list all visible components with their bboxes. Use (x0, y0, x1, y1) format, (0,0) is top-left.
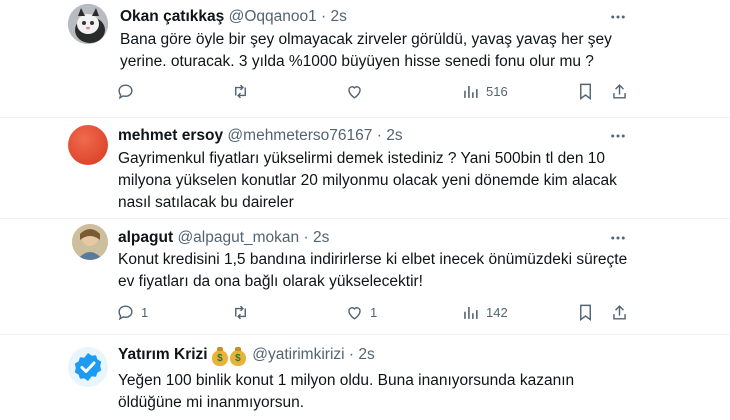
more-options-button[interactable] (605, 123, 631, 149)
reply-icon (118, 83, 133, 99)
avatar[interactable] (68, 347, 108, 387)
bookmark-icon (580, 304, 591, 321)
bookmark-button[interactable] (576, 79, 595, 103)
tweet-text-line: nasıl satılacak bu daireler (118, 194, 294, 211)
views-button[interactable]: 516 (461, 79, 508, 103)
retweet-button[interactable] (231, 79, 250, 103)
tweet-text-line: Konut kredisini 1,5 bandına indirirlerse… (118, 251, 628, 268)
more-horizontal-icon (611, 134, 625, 138)
tweet-text: Gayrimenkul fiyatları yükselirmi demek i… (118, 148, 617, 214)
tweet-text-line: Yeğen 100 binlik konut 1 milyon oldu. Bu… (118, 372, 575, 389)
handle[interactable]: @mehmeterso76167 (227, 127, 372, 144)
money-bag-emoji: $ (229, 347, 246, 366)
display-name[interactable]: mehmet ersoy (118, 127, 223, 144)
more-options-button[interactable] (605, 225, 631, 251)
tweet-text-line: yerine. oturacak. 3 yılda %1000 büyüyen … (120, 53, 594, 70)
tweet-mehmet[interactable]: mehmet ersoy @mehmeterso76167 · 2s Gayri… (0, 118, 730, 222)
tweet-text-line: Bana göre öyle bir şey olmayacak zirvele… (120, 31, 612, 48)
views-count: 142 (486, 304, 508, 320)
like-button[interactable]: 1 (345, 300, 377, 324)
separator-dot: · (376, 127, 382, 144)
tweet-header: mehmet ersoy @mehmeterso76167 · 2s (118, 126, 403, 146)
tweet-text-line: öldüğüne mi inanmıyorsun. (118, 394, 305, 411)
action-bar: 516 (116, 79, 636, 103)
money-bag-emoji: $ (211, 347, 228, 366)
timestamp[interactable]: 2s (386, 127, 402, 144)
retweet-icon (235, 84, 246, 98)
handle[interactable]: @yatirimkirizi (252, 346, 344, 363)
tweet-text-line: ev fiyatları da ona bağlı olarak yüksele… (118, 273, 423, 290)
tweet-header: Okan çatıkkaş @Oqqanoo1 · 2s (120, 7, 347, 27)
bookmark-icon (580, 83, 591, 100)
reply-button[interactable] (116, 79, 135, 103)
handle[interactable]: @Oqqanoo1 (229, 8, 317, 25)
tweet-header: alpagut @alpagut_mokan · 2s (118, 228, 329, 248)
display-name[interactable]: Okan çatıkkaş (120, 8, 224, 25)
retweet-icon (235, 305, 246, 319)
share-button[interactable] (610, 300, 629, 324)
handle[interactable]: @alpagut_mokan (177, 229, 299, 246)
action-bar: 1 1 142 (116, 300, 636, 324)
share-icon (613, 304, 626, 320)
separator-dot: · (303, 229, 309, 246)
separator-dot: · (321, 8, 327, 25)
avatar[interactable] (68, 125, 108, 165)
tweet-text-line: Gayrimenkul fiyatları yükselirmi demek i… (118, 150, 606, 167)
analytics-icon (464, 306, 478, 319)
like-button[interactable] (345, 79, 364, 103)
bookmark-button[interactable] (576, 300, 595, 324)
tweet-text-line: milyona yükselen konutlar 20 milyonmu ol… (118, 172, 617, 189)
more-horizontal-icon (611, 15, 625, 19)
like-count: 1 (370, 304, 378, 320)
views-count: 516 (486, 83, 508, 99)
timestamp[interactable]: 2s (331, 8, 347, 25)
tweet-yatirim-krizi[interactable]: Yatırım Krizi $ $ @yatirimkirizi · 2s Yeğ… (0, 335, 730, 420)
tweet-text: Bana göre öyle bir şey olmayacak zirvele… (120, 29, 612, 73)
retweet-button[interactable] (231, 300, 250, 324)
reply-count: 1 (141, 304, 149, 320)
heart-icon (348, 306, 361, 320)
timestamp[interactable]: 2s (313, 229, 329, 246)
analytics-icon (464, 85, 478, 98)
share-icon (613, 83, 626, 99)
tweet-text: Yeğen 100 binlik konut 1 milyon oldu. Bu… (118, 370, 574, 414)
cat-photo-icon (68, 4, 108, 44)
reply-icon (118, 304, 133, 320)
timestamp[interactable]: 2s (358, 346, 374, 363)
display-name[interactable]: alpagut (118, 229, 173, 246)
heart-icon (348, 85, 361, 99)
share-button[interactable] (610, 79, 629, 103)
more-options-button[interactable] (605, 4, 631, 30)
avatar[interactable] (72, 224, 108, 260)
tweet-alpagut[interactable]: alpagut @alpagut_mokan · 2s Konut kredis… (0, 219, 730, 330)
more-horizontal-icon (611, 236, 625, 240)
display-name[interactable]: Yatırım Krizi (118, 346, 208, 363)
verified-badge-icon (68, 347, 108, 387)
tweet-okan[interactable]: Okan çatıkkaş @Oqqanoo1 · 2s Bana göre ö… (0, 0, 730, 117)
avatar[interactable] (68, 4, 108, 44)
tweet-text: Konut kredisini 1,5 bandına indirirlerse… (118, 249, 627, 293)
reply-button[interactable]: 1 (116, 300, 148, 324)
person-photo-icon (72, 224, 108, 260)
views-button[interactable]: 142 (461, 300, 508, 324)
separator-dot: · (348, 346, 355, 363)
tweet-header: Yatırım Krizi $ $ @yatirimkirizi · 2s (118, 345, 375, 366)
